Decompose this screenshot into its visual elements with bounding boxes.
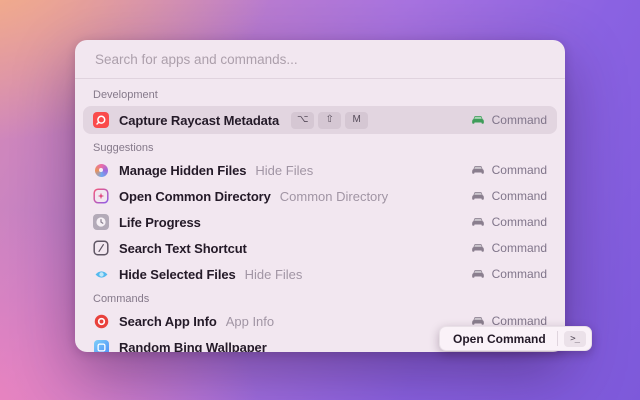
eye-icon bbox=[93, 266, 109, 282]
item-type: Command bbox=[471, 241, 547, 255]
pinwheel-icon bbox=[93, 162, 109, 178]
wallpaper-icon bbox=[93, 339, 109, 352]
item-title: Hide Selected Files bbox=[119, 267, 236, 282]
option-keycap: ⌥ bbox=[291, 112, 314, 129]
item-subtitle: App Info bbox=[226, 314, 274, 329]
item-type: Command bbox=[471, 267, 547, 281]
shortcut-keys: ⌥ ⇧ M bbox=[291, 112, 368, 129]
open-command-tooltip[interactable]: Open Command >_ bbox=[439, 326, 592, 351]
item-title: Random Bing Wallpaper bbox=[119, 340, 267, 353]
text-shortcut-icon bbox=[93, 240, 109, 256]
item-title: Search Text Shortcut bbox=[119, 241, 247, 256]
shift-keycap: ⇧ bbox=[318, 112, 341, 129]
type-label: Command bbox=[492, 241, 547, 255]
search-input[interactable] bbox=[93, 51, 547, 68]
type-label: Command bbox=[492, 267, 547, 281]
enter-keycap: >_ bbox=[564, 331, 586, 347]
section-header-development: Development bbox=[93, 89, 547, 102]
car-icon bbox=[471, 242, 485, 254]
type-label: Command bbox=[492, 113, 547, 127]
m-keycap: M bbox=[345, 112, 368, 129]
item-title: Life Progress bbox=[119, 215, 201, 230]
clock-icon bbox=[93, 214, 109, 230]
item-subtitle: Hide Files bbox=[255, 163, 313, 178]
list-item-manage-hidden-files[interactable]: Manage Hidden Files Hide Files Command bbox=[83, 157, 557, 183]
results-list: Development Capture Raycast Metadata ⌥ ⇧… bbox=[75, 79, 565, 352]
car-icon bbox=[471, 190, 485, 202]
list-item-open-common-directory[interactable]: Open Common Directory Common Directory C… bbox=[83, 183, 557, 209]
item-type: Command bbox=[471, 189, 547, 203]
record-target-icon bbox=[93, 313, 109, 329]
item-title: Capture Raycast Metadata bbox=[119, 113, 279, 128]
type-label: Command bbox=[492, 163, 547, 177]
section-header-commands: Commands bbox=[93, 293, 547, 306]
list-item-life-progress[interactable]: Life Progress Command bbox=[83, 209, 557, 235]
tooltip-label: Open Command bbox=[453, 332, 546, 346]
list-item-hide-selected-files[interactable]: Hide Selected Files Hide Files Command bbox=[83, 261, 557, 287]
list-item-capture-raycast-metadata[interactable]: Capture Raycast Metadata ⌥ ⇧ M Command bbox=[83, 106, 557, 134]
search-bar bbox=[75, 40, 565, 79]
tooltip-divider bbox=[557, 331, 558, 346]
car-icon bbox=[471, 164, 485, 176]
folder-star-icon bbox=[93, 188, 109, 204]
item-title: Manage Hidden Files bbox=[119, 163, 246, 178]
item-title: Open Common Directory bbox=[119, 189, 271, 204]
list-item-search-text-shortcut[interactable]: Search Text Shortcut Command bbox=[83, 235, 557, 261]
car-icon bbox=[471, 114, 485, 126]
section-header-suggestions: Suggestions bbox=[93, 142, 547, 155]
item-subtitle: Hide Files bbox=[245, 267, 303, 282]
item-title: Search App Info bbox=[119, 314, 217, 329]
item-subtitle: Common Directory bbox=[280, 189, 388, 204]
item-type: Command bbox=[471, 215, 547, 229]
item-type: Command bbox=[471, 113, 547, 127]
car-icon bbox=[471, 268, 485, 280]
type-label: Command bbox=[492, 215, 547, 229]
raycast-launcher-window: Development Capture Raycast Metadata ⌥ ⇧… bbox=[75, 40, 565, 352]
type-label: Command bbox=[492, 189, 547, 203]
car-icon bbox=[471, 216, 485, 228]
raycast-logo-icon bbox=[93, 112, 109, 128]
item-type: Command bbox=[471, 163, 547, 177]
